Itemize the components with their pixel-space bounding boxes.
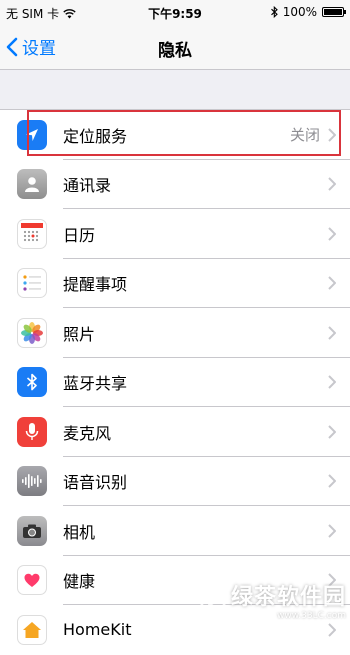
chevron-right-icon (328, 276, 336, 290)
row-label: 语音识别 (63, 473, 128, 493)
row-value: 关闭 (289, 126, 320, 145)
chevron-right-icon (328, 177, 336, 191)
chevron-right-icon (328, 474, 336, 488)
chevron-right-icon (328, 326, 336, 340)
reminders-icon (17, 268, 47, 299)
row-camera[interactable]: 相机 (0, 506, 350, 556)
row-label: 相机 (63, 522, 96, 542)
chevron-right-icon (328, 425, 336, 439)
row-reminders[interactable]: 提醒事项 (0, 259, 350, 308)
chevron-right-icon (328, 375, 336, 389)
row-label: 定位服务 (63, 126, 128, 146)
calendar-icon (17, 218, 47, 249)
row-label: 通讯录 (63, 176, 112, 196)
row-label: HomeKit (63, 620, 132, 640)
location-arrow-icon (17, 119, 47, 150)
bluetooth-icon (17, 367, 47, 398)
homekit-icon (17, 614, 47, 645)
battery-icon (322, 7, 346, 17)
microphone-icon (17, 416, 47, 447)
row-label: 蓝牙共享 (63, 374, 128, 394)
row-label: 照片 (63, 324, 96, 344)
watermark-text: 绿茶软件园 (230, 585, 346, 610)
health-icon (17, 565, 47, 596)
row-label: 麦克风 (63, 423, 112, 443)
bluetooth-status-icon (270, 6, 278, 18)
status-bar: 无 SIM 卡 下午9:59 100% (0, 0, 350, 26)
camera-icon (17, 515, 47, 546)
row-location-services[interactable]: 定位服务 关闭 (0, 110, 350, 160)
watermark: 绿茶软件园 www.33LC.com (199, 579, 346, 621)
battery-percent: 100% (282, 5, 317, 19)
row-label: 日历 (63, 225, 96, 245)
watermark-url: www.33LC.com (277, 611, 346, 621)
contacts-icon (17, 169, 47, 200)
privacy-list: 定位服务 关闭 通讯录 日历 提醒事项 照片 蓝牙共享 麦克风 语音识别 相机 … (0, 109, 350, 655)
photos-icon (17, 317, 47, 348)
row-calendar[interactable]: 日历 (0, 209, 350, 259)
status-right: 100% (270, 5, 346, 19)
row-microphone[interactable]: 麦克风 (0, 407, 350, 457)
row-photos[interactable]: 照片 (0, 308, 350, 358)
chevron-right-icon (328, 128, 336, 142)
row-bluetooth-sharing[interactable]: 蓝牙共享 (0, 358, 350, 407)
page-title: 隐私 (158, 41, 192, 61)
speech-recognition-icon (17, 466, 47, 497)
chevron-right-icon (328, 524, 336, 538)
chevron-right-icon (328, 623, 336, 637)
row-speech-recognition[interactable]: 语音识别 (0, 457, 350, 506)
row-contacts[interactable]: 通讯录 (0, 160, 350, 209)
chevron-right-icon (328, 227, 336, 241)
navigation-bar: 设置 隐私 (0, 26, 350, 70)
row-label: 提醒事项 (63, 275, 128, 295)
watermark-logo-icon (199, 586, 227, 614)
